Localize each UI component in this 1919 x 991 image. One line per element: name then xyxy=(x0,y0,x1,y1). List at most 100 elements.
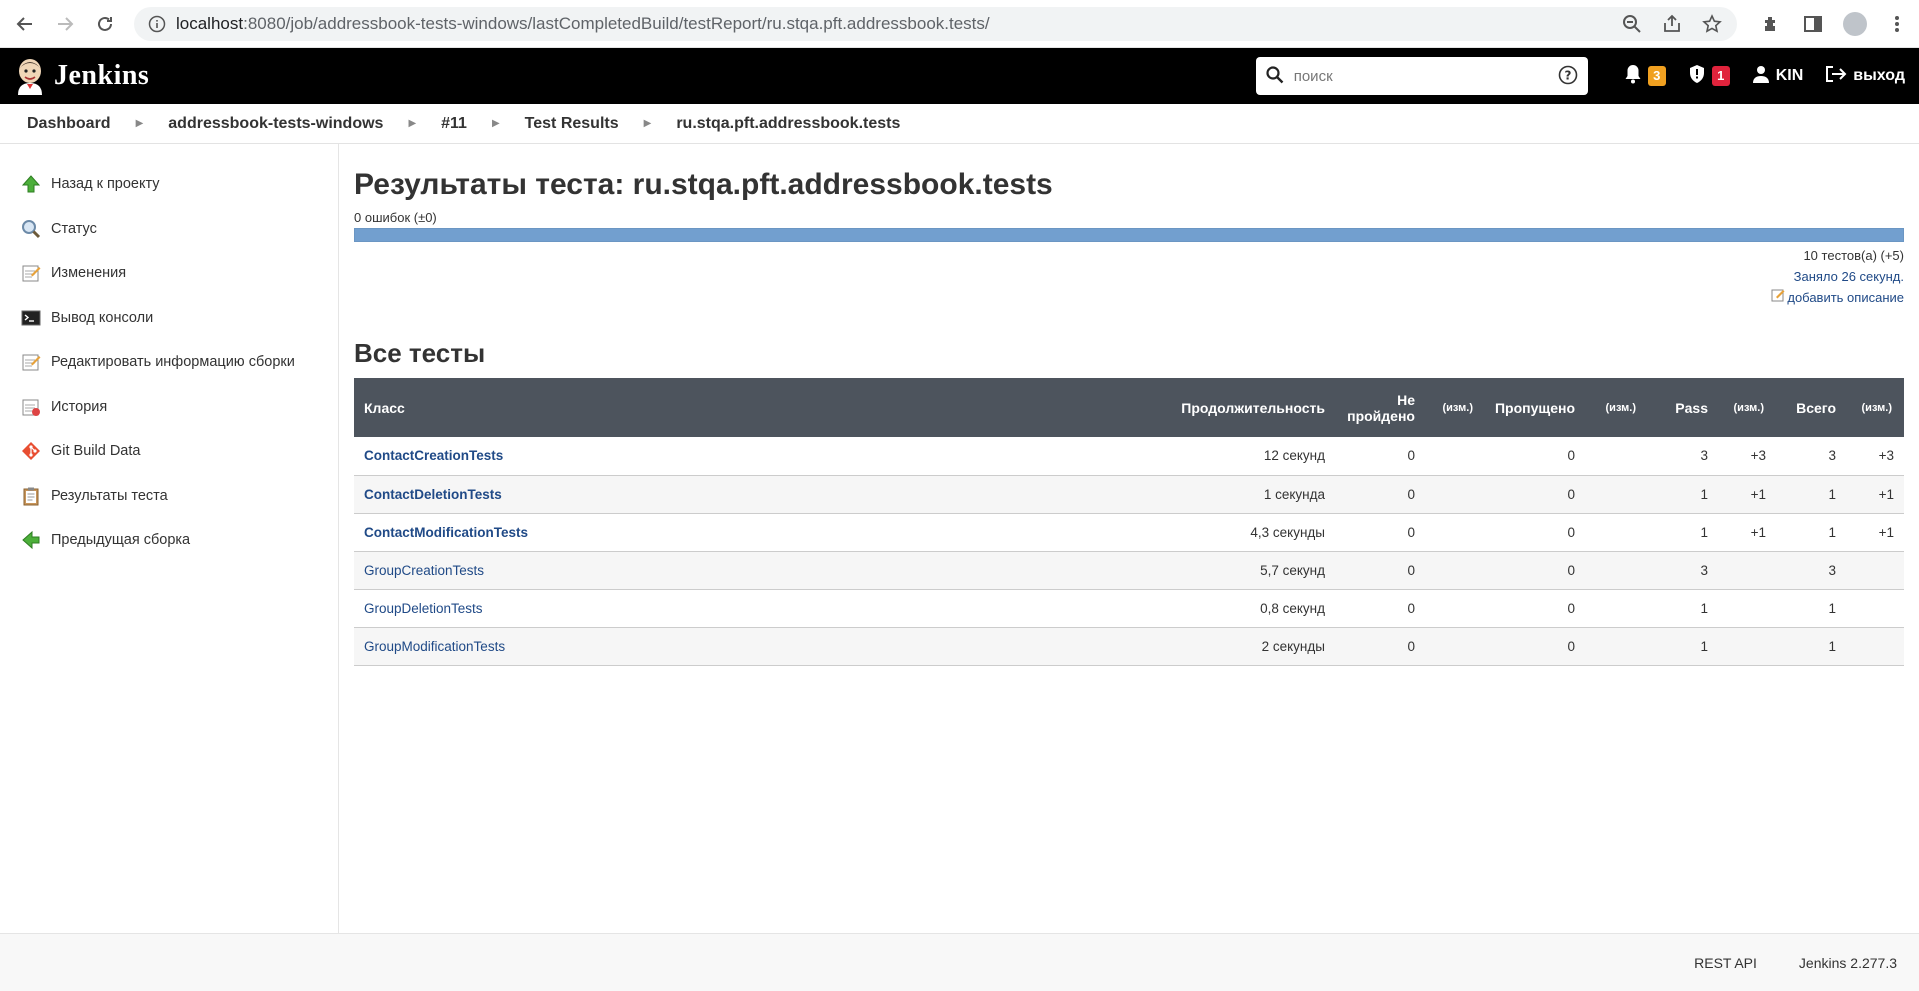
share-icon[interactable] xyxy=(1661,13,1683,35)
cell-pass-diff xyxy=(1718,589,1776,627)
column-header-class[interactable]: Класс xyxy=(354,378,1171,437)
sidebar-item-test-results[interactable]: Результаты теста xyxy=(0,474,338,519)
cell-total: 1 xyxy=(1828,638,1836,654)
bell-icon xyxy=(1624,64,1642,89)
cell-total-diff: +1 xyxy=(1878,486,1894,502)
cell-duration: 4,3 секунды xyxy=(1250,524,1325,540)
failures-summary: 0 ошибок (±0) xyxy=(354,210,437,225)
cell-pass-diff: +1 xyxy=(1750,524,1766,540)
duration-link[interactable]: Заняло 26 секунд. xyxy=(1794,269,1904,284)
cell-pass-diff: +1 xyxy=(1750,486,1766,502)
cell-pass: 3 xyxy=(1700,448,1708,464)
security-badge: 1 xyxy=(1711,66,1730,86)
cell-skipped: 0 xyxy=(1567,562,1575,578)
search-help-icon[interactable]: ? xyxy=(1558,65,1578,88)
column-header-total[interactable]: Всего xyxy=(1776,378,1846,437)
cell-pass: 1 xyxy=(1700,638,1708,654)
forward-icon[interactable] xyxy=(50,9,80,39)
table-row: ContactModificationTests 4,3 секунды 0 0… xyxy=(354,513,1904,551)
breadcrumb-separator-icon: ▶ xyxy=(135,118,144,129)
cell-duration: 12 секунд xyxy=(1263,448,1325,464)
breadcrumb-job[interactable]: addressbook-tests-windows xyxy=(168,115,383,133)
cell-failed: 0 xyxy=(1407,562,1415,578)
back-icon[interactable] xyxy=(10,9,40,39)
breadcrumb-separator-icon: ▶ xyxy=(491,118,500,129)
breadcrumb-separator-icon: ▶ xyxy=(643,118,652,129)
column-header-skipped[interactable]: Пропущено xyxy=(1485,378,1585,437)
search-input[interactable] xyxy=(1293,67,1558,85)
table-header-row: Класс Продолжительность Не пройдено (изм… xyxy=(354,378,1904,437)
shield-icon xyxy=(1688,64,1706,89)
class-link[interactable]: GroupModificationTests xyxy=(364,639,505,654)
security-button[interactable]: 1 xyxy=(1688,64,1730,89)
sidebar-item-status[interactable]: Статус xyxy=(0,207,338,252)
add-description-link[interactable]: добавить описание xyxy=(1771,287,1904,308)
cell-pass: 3 xyxy=(1700,562,1708,578)
column-header-pass-diff[interactable]: (изм.) xyxy=(1718,378,1776,437)
bookmark-star-icon[interactable] xyxy=(1701,13,1723,35)
class-link[interactable]: ContactCreationTests xyxy=(364,448,503,463)
jenkins-version-link[interactable]: Jenkins 2.277.3 xyxy=(1799,955,1897,971)
search-box: ? xyxy=(1255,57,1588,95)
cell-duration: 2 секунды xyxy=(1261,638,1325,654)
class-link[interactable]: GroupCreationTests xyxy=(364,563,484,578)
site-info-icon[interactable] xyxy=(148,15,166,33)
cell-failed-diff xyxy=(1425,513,1485,551)
logout-button[interactable]: выход xyxy=(1825,65,1905,88)
sidebar-item-label: Статус xyxy=(51,220,97,237)
magnifier-icon xyxy=(20,218,42,240)
jenkins-header: Jenkins ? 3 1 KIN выход xyxy=(0,48,1919,104)
user-button[interactable]: KIN xyxy=(1752,65,1803,88)
class-link[interactable]: ContactDeletionTests xyxy=(364,487,502,502)
cell-skipped: 0 xyxy=(1567,524,1575,540)
cell-total: 1 xyxy=(1828,486,1836,502)
column-header-pass[interactable]: Pass xyxy=(1648,378,1718,437)
profile-avatar[interactable] xyxy=(1843,11,1867,36)
notepad-icon xyxy=(20,396,42,418)
breadcrumb-dashboard[interactable]: Dashboard xyxy=(27,115,111,133)
up-arrow-icon xyxy=(20,173,42,195)
breadcrumb-package[interactable]: ru.stqa.pft.addressbook.tests xyxy=(676,115,900,133)
sidebar-item-edit-build-info[interactable]: Редактировать информацию сборки xyxy=(0,340,338,385)
sidebar-item-changes[interactable]: Изменения xyxy=(0,251,338,296)
sidebar-item-label: Git Build Data xyxy=(51,443,141,460)
cell-failed: 0 xyxy=(1407,486,1415,502)
rest-api-link[interactable]: REST API xyxy=(1694,955,1757,971)
class-link[interactable]: GroupDeletionTests xyxy=(364,601,483,616)
browser-menu-icon[interactable] xyxy=(1885,12,1909,36)
class-link[interactable]: ContactModificationTests xyxy=(364,525,528,540)
cell-failed: 0 xyxy=(1407,638,1415,654)
sidebar-item-history[interactable]: История xyxy=(0,385,338,430)
jenkins-logo[interactable]: Jenkins xyxy=(14,57,149,95)
table-row: ContactCreationTests 12 секунд 0 0 3 +3 … xyxy=(354,437,1904,475)
jenkins-brand-text: Jenkins xyxy=(54,60,150,91)
breadcrumb-build[interactable]: #11 xyxy=(441,115,467,133)
cell-failed: 0 xyxy=(1407,524,1415,540)
sidebar-item-label: Предыдущая сборка xyxy=(51,532,191,549)
cell-skipped-diff xyxy=(1585,437,1648,475)
column-header-failed-diff[interactable]: (изм.) xyxy=(1425,378,1485,437)
notepad-icon xyxy=(20,351,42,373)
extensions-icon[interactable] xyxy=(1759,12,1783,36)
sidebar-item-console-output[interactable]: Вывод консоли xyxy=(0,296,338,341)
zoom-icon[interactable] xyxy=(1621,13,1643,35)
sidebar-item-git-build-data[interactable]: Git Build Data xyxy=(0,429,338,474)
breadcrumb-separator-icon: ▶ xyxy=(408,118,417,129)
cell-duration: 5,7 секунд xyxy=(1260,562,1325,578)
column-header-duration[interactable]: Продолжительность xyxy=(1171,378,1335,437)
breadcrumb-test-results[interactable]: Test Results xyxy=(525,115,619,133)
clipboard-icon xyxy=(20,485,42,507)
address-bar[interactable]: localhost:8080/job/addressbook-tests-win… xyxy=(134,6,1737,41)
column-header-total-diff[interactable]: (изм.) xyxy=(1846,378,1904,437)
breadcrumb: Dashboard ▶ addressbook-tests-windows ▶ … xyxy=(0,104,1919,144)
cell-failed-diff xyxy=(1425,627,1485,665)
column-header-skipped-diff[interactable]: (изм.) xyxy=(1585,378,1648,437)
sidebar-item-previous-build[interactable]: Предыдущая сборка xyxy=(0,518,338,563)
reload-icon[interactable] xyxy=(90,9,120,39)
column-header-failed[interactable]: Не пройдено xyxy=(1335,378,1425,437)
notifications-button[interactable]: 3 xyxy=(1624,64,1666,89)
cell-duration: 0,8 секунд xyxy=(1260,600,1325,616)
notepad-icon xyxy=(20,262,42,284)
side-panel-icon[interactable] xyxy=(1801,12,1825,36)
sidebar-item-back-to-project[interactable]: Назад к проекту xyxy=(0,162,338,207)
